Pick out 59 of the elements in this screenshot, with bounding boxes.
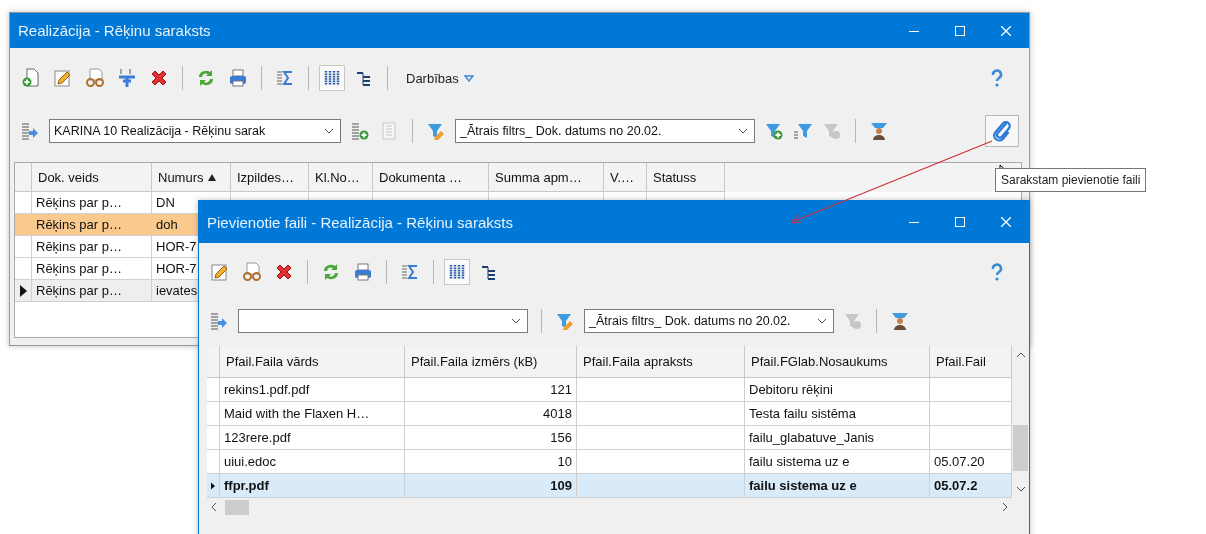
delete-icon [149, 68, 169, 88]
list-arrow-icon[interactable] [209, 311, 229, 331]
filter-list-icon[interactable] [793, 121, 813, 141]
layout-select[interactable] [238, 309, 528, 333]
close-icon[interactable] [1001, 217, 1011, 227]
sigma-icon [400, 262, 420, 282]
actions-menu[interactable]: Darbības [398, 68, 482, 88]
refresh-icon [196, 68, 216, 88]
person-filter-icon[interactable] [869, 121, 889, 141]
filter-plus-icon[interactable] [764, 121, 784, 141]
current-row-icon [19, 284, 27, 297]
sigma-icon [275, 68, 295, 88]
filter-select[interactable]: _Ātrais filtrs_ Dok. datums no 20.02. [455, 119, 755, 143]
table-row[interactable]: ffpr.pdf 109 failu sistema uz e 05.07.2 [207, 474, 1012, 498]
table-row[interactable]: 123rere.pdf 156 failu_glabatuve_Janis [207, 426, 1012, 450]
scrollbar-thumb[interactable] [1013, 425, 1028, 471]
filter-select[interactable]: _Ātrais filtrs_ Dok. datums no 20.02. [584, 309, 834, 333]
scroll-down-icon[interactable] [1015, 486, 1026, 492]
pencil-icon [53, 68, 73, 88]
table-row[interactable]: rekins1.pdf.pdf 121 Debitoru rēķini [207, 378, 1012, 402]
refresh-icon [321, 262, 341, 282]
toolbar-button[interactable] [319, 65, 345, 91]
layout-select[interactable]: KARINA 10 Realizācija - Rēķinu sarak [49, 119, 341, 143]
maximize-icon[interactable] [955, 217, 965, 227]
new-document-icon [21, 68, 41, 88]
delete-icon [274, 262, 294, 282]
scroll-left-icon[interactable] [211, 502, 217, 512]
glasses-icon [85, 68, 105, 88]
pencil-icon [210, 262, 230, 282]
window-title: Realizācija - Rēķinu saraksts [18, 22, 211, 39]
chevron-down-icon [738, 128, 748, 134]
filter-pencil-icon[interactable] [426, 121, 446, 141]
sort-ascending-icon [207, 173, 216, 181]
caret-icon [463, 74, 474, 82]
toolbar-button[interactable] [444, 259, 470, 285]
glasses-icon [242, 262, 262, 282]
scroll-up-icon[interactable] [1015, 352, 1026, 358]
table-row[interactable]: Maid with the Flaxen H… 4018 Testa failu sistēma [207, 402, 1012, 426]
chevron-down-icon [324, 128, 334, 134]
list-arrow-icon[interactable] [20, 121, 40, 141]
columns-icon [447, 262, 467, 282]
list-plus-icon[interactable] [350, 121, 370, 141]
table-row[interactable]: uiui.edoc 10 failu sistema uz e 05.07.20 [207, 450, 1012, 474]
columns-icon [322, 68, 342, 88]
tooltip: Sarakstam pievienotie faili [995, 168, 1147, 192]
person-filter-icon[interactable] [890, 311, 910, 331]
scrollbar-thumb[interactable] [225, 499, 249, 515]
close-icon[interactable] [1001, 25, 1011, 36]
table-cell: Rēķins par p… [32, 280, 152, 302]
attachments-button[interactable] [985, 115, 1019, 147]
printer-icon [228, 68, 248, 88]
chevron-down-icon [817, 318, 827, 324]
split-icon [117, 68, 137, 88]
filter-pencil-icon[interactable] [555, 311, 575, 331]
paperclip-icon [991, 120, 1013, 142]
scroll-right-icon[interactable] [1002, 502, 1008, 512]
chevron-down-icon [511, 318, 521, 324]
printer-icon [353, 262, 373, 282]
maximize-icon[interactable] [955, 25, 965, 36]
